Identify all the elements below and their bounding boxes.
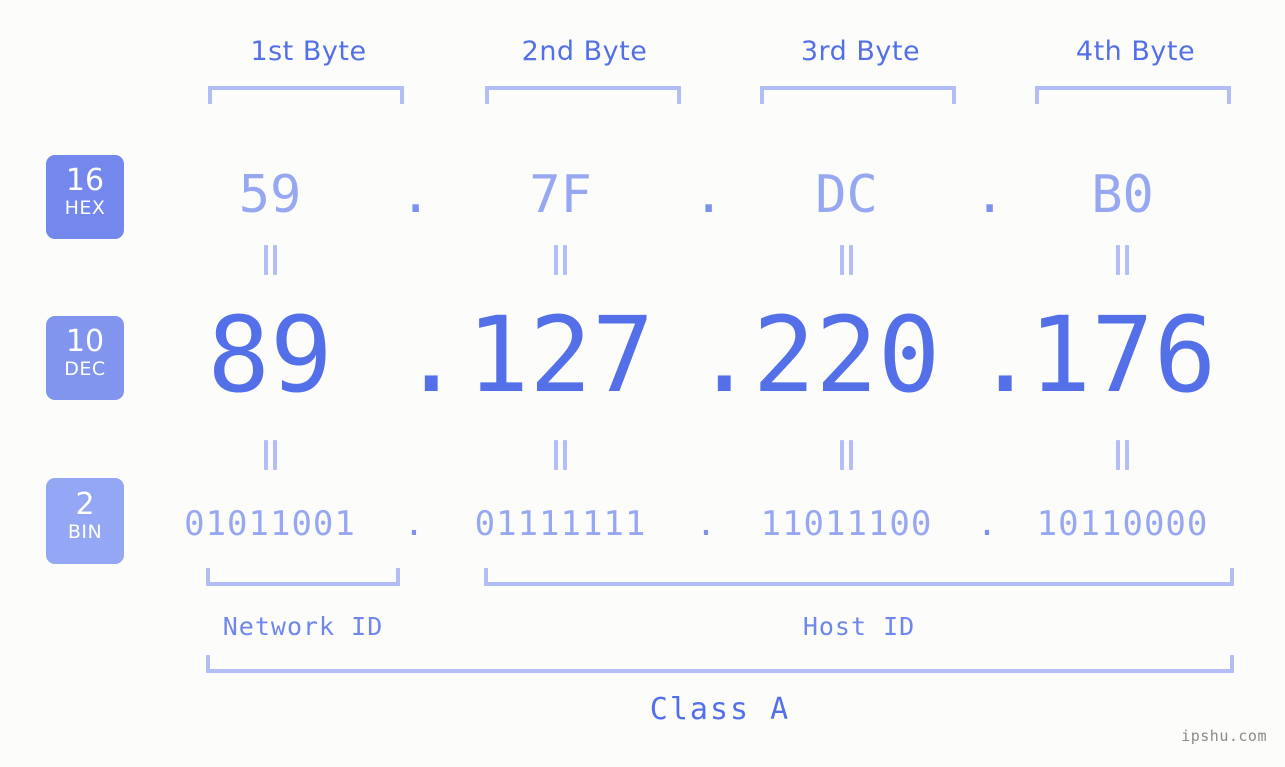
site-watermark: ipshu.com bbox=[1181, 727, 1267, 745]
base-badge-dec-radix: 10 bbox=[65, 324, 105, 359]
equality-mark-4 bbox=[1000, 245, 1245, 275]
equality-mark-2 bbox=[428, 245, 693, 275]
byte-bracket-top-4 bbox=[1035, 86, 1231, 104]
byte-bracket-top-3 bbox=[760, 86, 956, 104]
dec-separator-1: . bbox=[400, 294, 463, 416]
byte-header-3: 3rd Byte bbox=[800, 36, 921, 67]
bin-separator-1: . bbox=[403, 504, 425, 544]
hex-separator-3: . bbox=[974, 165, 1006, 225]
byte-bracket-top-2 bbox=[485, 86, 681, 104]
base-badge-hex-name: HEX bbox=[64, 197, 106, 219]
bin-byte-2: 01111111 bbox=[474, 504, 647, 544]
network-id-label: Network ID bbox=[222, 612, 384, 641]
base-badge-hex-radix: 16 bbox=[65, 163, 105, 198]
class-label: Class A bbox=[649, 692, 791, 727]
host-id-bracket bbox=[484, 568, 1234, 586]
dec-byte-4: 176 bbox=[1028, 294, 1217, 416]
equality-row-dec-bin bbox=[140, 438, 1245, 472]
hex-separator-1: . bbox=[400, 165, 432, 225]
hex-separator-2: . bbox=[693, 165, 725, 225]
equality-mark-5 bbox=[140, 440, 400, 470]
bin-value-row: 01011001 . 01111111 . 11011100 . 1011000… bbox=[140, 492, 1245, 556]
class-bracket bbox=[206, 655, 1234, 673]
byte-header-4: 4th Byte bbox=[1075, 36, 1196, 67]
base-badge-bin: 2 BIN bbox=[46, 478, 124, 564]
dec-separator-2: . bbox=[693, 294, 756, 416]
equality-row-hex-dec bbox=[140, 243, 1245, 277]
dec-byte-1: 89 bbox=[207, 294, 333, 416]
dec-separator-3: . bbox=[974, 294, 1037, 416]
base-badge-dec-name: DEC bbox=[64, 358, 106, 380]
byte-bracket-top-1 bbox=[208, 86, 404, 104]
equality-mark-8 bbox=[1000, 440, 1245, 470]
ip-breakdown-diagram: 1st Byte 2nd Byte 3rd Byte 4th Byte 16 H… bbox=[0, 0, 1285, 767]
hex-byte-3: DC bbox=[815, 165, 878, 225]
bin-byte-3: 11011100 bbox=[760, 504, 933, 544]
hex-value-row: 59 . 7F . DC . B0 bbox=[140, 150, 1245, 240]
hex-byte-2: 7F bbox=[529, 165, 592, 225]
dec-byte-3: 220 bbox=[752, 294, 941, 416]
equality-mark-7 bbox=[719, 440, 974, 470]
equality-mark-1 bbox=[140, 245, 400, 275]
bin-separator-2: . bbox=[695, 504, 717, 544]
byte-header-2: 2nd Byte bbox=[521, 36, 648, 67]
bin-byte-4: 10110000 bbox=[1036, 504, 1209, 544]
dec-byte-2: 127 bbox=[466, 294, 655, 416]
base-badge-bin-radix: 2 bbox=[75, 487, 95, 522]
bin-separator-3: . bbox=[976, 504, 998, 544]
host-id-label: Host ID bbox=[802, 612, 916, 641]
byte-header-1: 1st Byte bbox=[250, 36, 367, 67]
dec-value-row: 89 . 127 . 220 . 176 bbox=[140, 290, 1245, 420]
hex-byte-4: B0 bbox=[1091, 165, 1154, 225]
bin-byte-1: 01011001 bbox=[184, 504, 356, 544]
base-badge-dec: 10 DEC bbox=[46, 316, 124, 400]
equality-mark-6 bbox=[428, 440, 693, 470]
equality-mark-3 bbox=[719, 245, 974, 275]
base-badge-hex: 16 HEX bbox=[46, 155, 124, 239]
base-badge-bin-name: BIN bbox=[67, 521, 103, 543]
hex-byte-1: 59 bbox=[238, 165, 302, 225]
network-id-bracket bbox=[206, 568, 400, 586]
